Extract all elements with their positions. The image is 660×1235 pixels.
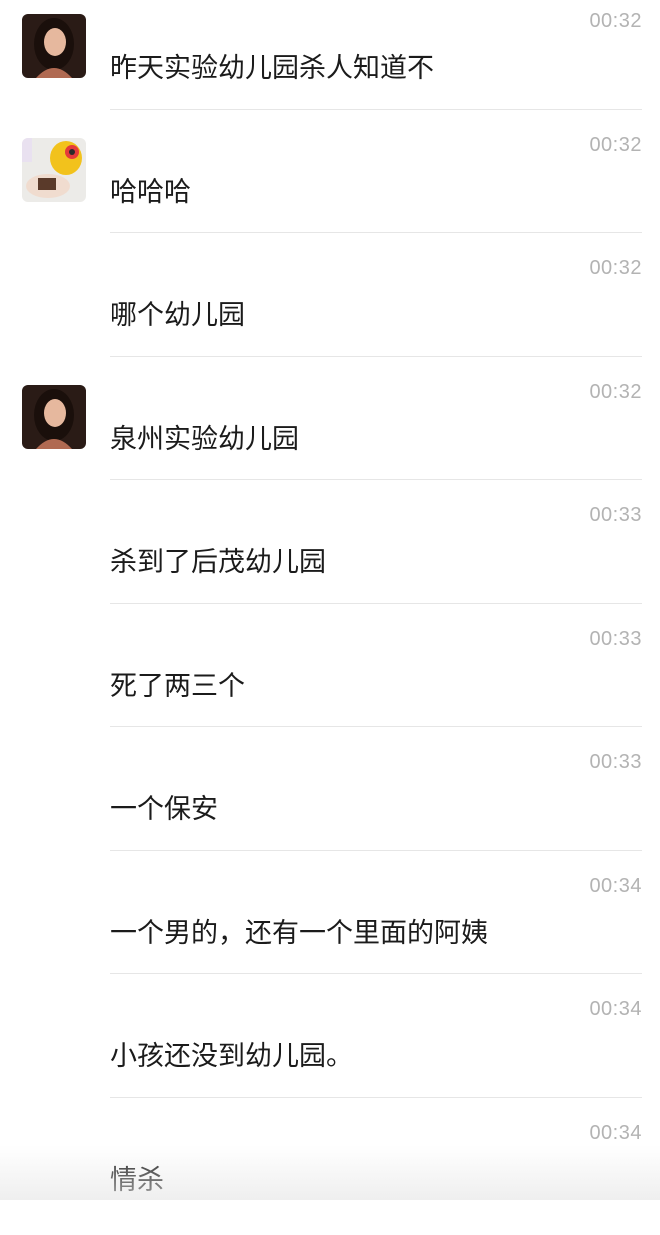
message-row[interactable]: 00:32 泉州实验幼儿园 bbox=[0, 371, 660, 495]
message-timestamp: 00:34 bbox=[589, 1122, 642, 1145]
message-divider bbox=[110, 356, 642, 357]
message-divider bbox=[110, 109, 642, 110]
message-timestamp: 00:33 bbox=[589, 751, 642, 774]
message-row[interactable]: 00:34 情杀 bbox=[0, 1112, 660, 1235]
message-divider bbox=[110, 726, 642, 727]
message-text: 死了两三个 bbox=[110, 664, 245, 703]
message-timestamp: 00:33 bbox=[589, 504, 642, 527]
message-divider bbox=[110, 479, 642, 480]
message-row[interactable]: 00:32 哪个幼儿园 bbox=[0, 247, 660, 371]
message-text: 泉州实验幼儿园 bbox=[110, 417, 299, 456]
message-timestamp: 00:33 bbox=[589, 628, 642, 651]
message-divider bbox=[110, 973, 642, 974]
message-timestamp: 00:32 bbox=[589, 381, 642, 404]
message-divider bbox=[110, 232, 642, 233]
chat-message-list[interactable]: 00:32 昨天实验幼儿园杀人知道不 00:32 哈哈哈 00:32 哪个幼儿园 bbox=[0, 0, 660, 1200]
message-text: 杀到了后茂幼儿园 bbox=[110, 540, 326, 579]
message-text: 情杀 bbox=[110, 1158, 164, 1197]
message-divider bbox=[110, 1097, 642, 1098]
message-row[interactable]: 00:33 一个保安 bbox=[0, 741, 660, 865]
user-avatar[interactable] bbox=[22, 14, 86, 78]
message-timestamp: 00:32 bbox=[589, 10, 642, 33]
message-text: 哈哈哈 bbox=[110, 170, 191, 209]
message-text: 哪个幼儿园 bbox=[110, 293, 245, 332]
user-avatar[interactable] bbox=[22, 385, 86, 449]
message-row[interactable]: 00:33 死了两三个 bbox=[0, 618, 660, 742]
message-text: 昨天实验幼儿园杀人知道不 bbox=[110, 46, 434, 85]
user-avatar[interactable] bbox=[22, 138, 86, 202]
message-row[interactable]: 00:34 一个男的，还有一个里面的阿姨 bbox=[0, 865, 660, 989]
message-text: 小孩还没到幼儿园。 bbox=[110, 1034, 353, 1073]
message-text: 一个男的，还有一个里面的阿姨 bbox=[110, 911, 488, 950]
message-row[interactable]: 00:34 小孩还没到幼儿园。 bbox=[0, 988, 660, 1112]
message-timestamp: 00:32 bbox=[589, 134, 642, 157]
message-timestamp: 00:34 bbox=[589, 875, 642, 898]
message-text: 一个保安 bbox=[110, 787, 218, 826]
message-timestamp: 00:32 bbox=[589, 257, 642, 280]
message-divider bbox=[110, 603, 642, 604]
message-row[interactable]: 00:32 昨天实验幼儿园杀人知道不 bbox=[0, 0, 660, 124]
message-row[interactable]: 00:33 杀到了后茂幼儿园 bbox=[0, 494, 660, 618]
message-row[interactable]: 00:32 哈哈哈 bbox=[0, 124, 660, 248]
message-divider bbox=[110, 850, 642, 851]
message-timestamp: 00:34 bbox=[589, 998, 642, 1021]
